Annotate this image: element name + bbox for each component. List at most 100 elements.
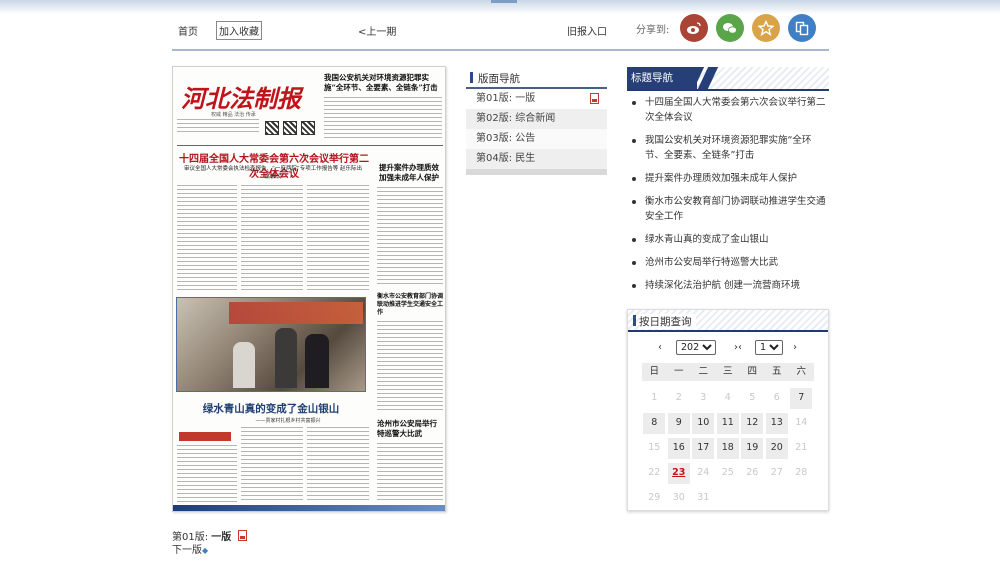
article-text xyxy=(307,427,369,503)
calendar-header: 按日期查询 xyxy=(628,310,828,332)
calendar-day-with-issue[interactable]: 7 xyxy=(790,388,813,409)
qzone-star-icon xyxy=(758,20,774,36)
article-text xyxy=(241,185,303,293)
title-item[interactable]: 沧州市公安局举行特巡警大比武 xyxy=(627,255,829,270)
edition-item-02[interactable]: 第02版: 综合新闻 xyxy=(466,109,607,129)
calendar-day-with-issue[interactable]: 16 xyxy=(667,438,690,459)
qr-code-icon xyxy=(283,121,297,135)
top-banner xyxy=(0,0,1000,14)
title-item[interactable]: 持续深化法治护航 创建一流营商环境 xyxy=(627,278,829,293)
title-item[interactable]: 绿水青山真的变成了金山银山 xyxy=(627,232,829,247)
calendar-day xyxy=(716,488,741,509)
calendar-day: 31 xyxy=(697,492,710,503)
banner-mark xyxy=(491,0,517,3)
qzone-share-button[interactable] xyxy=(752,14,780,42)
qr-code-icon xyxy=(265,121,279,135)
article-headline-green[interactable]: 绿水青山真的变成了金山银山 xyxy=(181,401,361,416)
home-link[interactable]: 首页 xyxy=(178,23,198,38)
copy-link-share-button[interactable] xyxy=(788,14,816,42)
calendar-day-with-issue[interactable]: 17 xyxy=(692,438,715,459)
calendar-day-with-issue[interactable]: 8 xyxy=(643,413,666,434)
calendar-day-with-issue[interactable]: 11 xyxy=(716,413,739,434)
qr-code-icon xyxy=(301,121,315,135)
article-headline-side-1[interactable]: 提升案件办理质效 加强未成年人保护 xyxy=(379,163,443,183)
title-item[interactable]: 衡水市公安教育部门协调联动推进学生交通安全工作 xyxy=(627,194,829,224)
edition-nav-header: 版面导航 xyxy=(466,67,607,89)
edition-item-label: 第02版: 综合新闻 xyxy=(476,113,556,124)
newspaper-page-image[interactable]: 河北法制报 权威 精品 法治 传承 我国公安机关对环境资源犯罪实施“全环节、全要… xyxy=(172,66,446,512)
edition-item-01[interactable]: 第01版: 一版 xyxy=(466,89,607,109)
calendar-day xyxy=(789,488,814,509)
article-headline-top[interactable]: 我国公安机关对环境资源犯罪实施“全环节、全要素、全链条”打击 xyxy=(324,73,442,93)
article-headline-side-3[interactable]: 沧州市公安局举行特巡警大比武 xyxy=(377,419,443,439)
article-text xyxy=(324,97,442,141)
calendar-day-with-issue[interactable]: 9 xyxy=(667,413,690,434)
weekday-label: 一 xyxy=(666,363,691,381)
previous-issue-link[interactable]: <上一期 xyxy=(358,23,396,38)
calendar-day-with-issue[interactable]: 23 xyxy=(667,463,690,484)
title-item[interactable]: 提升案件办理质效加强未成年人保护 xyxy=(627,171,829,186)
calendar-day: 28 xyxy=(795,467,808,478)
calendar-week-row: 15 16 17 18 19 20 21 xyxy=(642,438,814,463)
article-headline-side-2[interactable]: 衡水市公安教育部门协调联动推进学生交通安全工作 xyxy=(377,293,443,317)
wechat-share-button[interactable] xyxy=(716,14,744,42)
calendar-controls: ‹ 2023 ›‹ 10 › xyxy=(628,340,830,358)
month-nav-button[interactable]: ›‹ xyxy=(734,342,742,353)
month-select[interactable]: 10 xyxy=(755,340,783,355)
edition-item-04[interactable]: 第04版: 民生 xyxy=(466,149,607,169)
title-item[interactable]: 十四届全国人大常委会第六次会议举行第二次全体会议 xyxy=(627,95,829,125)
calendar-day: 3 xyxy=(700,392,707,403)
pdf-download-icon[interactable] xyxy=(590,93,599,104)
calendar-day: 29 xyxy=(648,492,661,503)
next-page-link[interactable]: 下一版◆ xyxy=(172,541,208,556)
photo-figure xyxy=(275,328,297,388)
calendar-week-row: 22 23 24 25 26 27 28 xyxy=(642,463,814,488)
title-nav-header: 标题导航 xyxy=(627,67,829,91)
calendar-day-with-issue[interactable]: 13 xyxy=(765,413,788,434)
edition-navigation: 版面导航 第01版: 一版 第02版: 综合新闻 第03版: 公告 第04版: … xyxy=(466,67,607,175)
calendar-day-with-issue[interactable]: 12 xyxy=(741,413,764,434)
calendar-day-with-issue[interactable]: 18 xyxy=(716,438,739,459)
calendar-day xyxy=(765,488,790,509)
pdf-download-icon[interactable] xyxy=(238,530,248,541)
weekday-label: 日 xyxy=(642,363,667,381)
calendar-day-with-issue[interactable]: 20 xyxy=(765,438,788,459)
year-select[interactable]: 2023 xyxy=(676,340,716,355)
news-photo[interactable] xyxy=(176,297,366,392)
photo-banner xyxy=(229,302,363,324)
weibo-share-button[interactable] xyxy=(680,14,708,42)
header-bar-icon xyxy=(633,315,636,326)
weekday-label: 五 xyxy=(764,363,789,381)
calendar-day: 2 xyxy=(675,392,682,403)
weekday-label: 六 xyxy=(789,363,814,381)
prev-year-button[interactable]: ‹ xyxy=(658,342,662,353)
divider xyxy=(177,145,443,146)
calendar-day: 21 xyxy=(795,442,808,453)
calendar-day xyxy=(740,488,765,509)
article-subhead-green: ——贾家村扎根乡村共富振兴 xyxy=(255,418,321,424)
issue-info-text xyxy=(177,119,259,133)
next-month-button[interactable]: › xyxy=(793,342,797,353)
photo-figure xyxy=(305,334,329,388)
calendar-day-with-issue[interactable]: 10 xyxy=(692,413,715,434)
calendar-day: 25 xyxy=(721,467,734,478)
calendar-day-with-issue[interactable]: 19 xyxy=(741,438,764,459)
newspaper-masthead: 河北法制报 权威 精品 法治 传承 xyxy=(181,75,321,121)
calendar-day: 14 xyxy=(795,417,808,428)
article-text xyxy=(377,321,443,413)
title-item[interactable]: 我国公安机关对环境资源犯罪实施“全环节、全要素、全链条”打击 xyxy=(627,133,829,163)
weekday-label: 三 xyxy=(715,363,740,381)
edition-item-03[interactable]: 第03版: 公告 xyxy=(466,129,607,149)
edition-nav-footer xyxy=(466,169,607,175)
masthead-title: 河北法制报 xyxy=(181,84,301,113)
photo-figure xyxy=(233,342,255,388)
wechat-icon xyxy=(723,23,737,34)
title-navigation: 标题导航 十四届全国人大常委会第六次会议举行第二次全体会议 我国公安机关对环境资… xyxy=(627,67,829,301)
old-issues-link[interactable]: 旧报入口 xyxy=(567,23,607,38)
article-text xyxy=(177,445,237,503)
calendar-week-row: 29 30 31 xyxy=(642,488,814,513)
calendar-grid: 日一二三四五六 1 2 3 4 5 6 7 8 9 10 11 12 13 14 15 16 17 18 19 20 2… xyxy=(642,363,814,513)
weekday-label: 四 xyxy=(740,363,765,381)
edition-item-label: 第01版: 一版 xyxy=(476,93,536,104)
add-favorite-button[interactable]: 加入收藏 xyxy=(216,21,262,40)
